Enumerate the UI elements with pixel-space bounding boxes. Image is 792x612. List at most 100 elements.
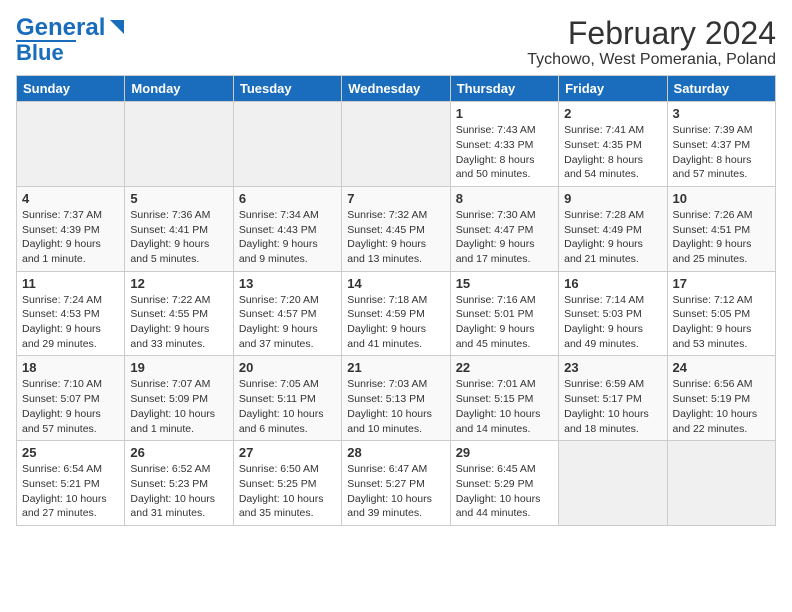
- day-number: 15: [456, 276, 553, 291]
- calendar-cell: 16 Sunrise: 7:14 AM Sunset: 5:03 PM Dayli…: [559, 271, 667, 356]
- calendar-cell: 3 Sunrise: 7:39 AM Sunset: 4:37 PM Daylig…: [667, 102, 775, 187]
- calendar-cell: [233, 102, 341, 187]
- calendar-cell: [17, 102, 125, 187]
- day-number: 20: [239, 360, 336, 375]
- day-info: Sunrise: 7:37 AM Sunset: 4:39 PM Dayligh…: [22, 208, 119, 267]
- calendar-cell: 8Sunrise: 7:30 AM Sunset: 4:47 PM Daylig…: [450, 186, 558, 271]
- day-number: 25: [22, 445, 119, 460]
- calendar-cell: 22Sunrise: 7:01 AM Sunset: 5:15 PM Dayli…: [450, 356, 558, 441]
- day-number: 23: [564, 360, 661, 375]
- day-number: 7: [347, 191, 444, 206]
- day-info: Sunrise: 7:34 AM Sunset: 4:43 PM Dayligh…: [239, 208, 336, 267]
- calendar-cell: 7 Sunrise: 7:32 AM Sunset: 4:45 PM Daylig…: [342, 186, 450, 271]
- calendar-week-row: 11 Sunrise: 7:24 AM Sunset: 4:53 PM Dayli…: [17, 271, 776, 356]
- day-info: Sunrise: 7:32 AM Sunset: 4:45 PM Dayligh…: [347, 208, 444, 267]
- day-number: 10: [673, 191, 770, 206]
- calendar-cell: 1 Sunrise: 7:43 AM Sunset: 4:33 PM Daylig…: [450, 102, 558, 187]
- day-info: Sunrise: 7:07 AM Sunset: 5:09 PM Dayligh…: [130, 377, 227, 436]
- calendar-subtitle: Tychowo, West Pomerania, Poland: [527, 51, 776, 69]
- day-number: 14: [347, 276, 444, 291]
- day-number: 9: [564, 191, 661, 206]
- header: General Blue February 2024 Tychowo, West…: [16, 16, 776, 69]
- calendar-cell: 20 Sunrise: 7:05 AM Sunset: 5:11 PM Dayli…: [233, 356, 341, 441]
- day-number: 16: [564, 276, 661, 291]
- day-number: 27: [239, 445, 336, 460]
- calendar-cell: 14 Sunrise: 7:18 AM Sunset: 4:59 PM Dayli…: [342, 271, 450, 356]
- calendar-cell: 19 Sunrise: 7:07 AM Sunset: 5:09 PM Dayli…: [125, 356, 233, 441]
- day-info: Sunrise: 7:22 AM Sunset: 4:55 PM Dayligh…: [130, 293, 227, 352]
- calendar-cell: 9 Sunrise: 7:28 AM Sunset: 4:49 PM Daylig…: [559, 186, 667, 271]
- day-number: 6: [239, 191, 336, 206]
- day-info: Sunrise: 6:47 AM Sunset: 5:27 PM Dayligh…: [347, 462, 444, 521]
- day-number: 13: [239, 276, 336, 291]
- calendar-cell: 17Sunrise: 7:12 AM Sunset: 5:05 PM Dayli…: [667, 271, 775, 356]
- calendar-table: Sunday Monday Tuesday Wednesday Thursday…: [16, 75, 776, 526]
- col-wednesday: Wednesday: [342, 76, 450, 102]
- calendar-week-row: 4 Sunrise: 7:37 AM Sunset: 4:39 PM Daylig…: [17, 186, 776, 271]
- day-number: 1: [456, 106, 553, 121]
- day-number: 8: [456, 191, 553, 206]
- calendar-cell: 15Sunrise: 7:16 AM Sunset: 5:01 PM Dayli…: [450, 271, 558, 356]
- day-number: 12: [130, 276, 227, 291]
- day-number: 5: [130, 191, 227, 206]
- day-info: Sunrise: 6:56 AM Sunset: 5:19 PM Dayligh…: [673, 377, 770, 436]
- calendar-cell: 18 Sunrise: 7:10 AM Sunset: 5:07 PM Dayli…: [17, 356, 125, 441]
- day-info: Sunrise: 7:10 AM Sunset: 5:07 PM Dayligh…: [22, 377, 119, 436]
- day-info: Sunrise: 7:28 AM Sunset: 4:49 PM Dayligh…: [564, 208, 661, 267]
- calendar-week-row: 1 Sunrise: 7:43 AM Sunset: 4:33 PM Daylig…: [17, 102, 776, 187]
- logo: General Blue: [16, 16, 128, 64]
- day-info: Sunrise: 7:05 AM Sunset: 5:11 PM Dayligh…: [239, 377, 336, 436]
- col-sunday: Sunday: [17, 76, 125, 102]
- col-saturday: Saturday: [667, 76, 775, 102]
- calendar-cell: 6 Sunrise: 7:34 AM Sunset: 4:43 PM Daylig…: [233, 186, 341, 271]
- calendar-cell: 25 Sunrise: 6:54 AM Sunset: 5:21 PM Dayli…: [17, 441, 125, 526]
- calendar-cell: [125, 102, 233, 187]
- day-info: Sunrise: 7:01 AM Sunset: 5:15 PM Dayligh…: [456, 377, 553, 436]
- day-number: 3: [673, 106, 770, 121]
- calendar-cell: 13 Sunrise: 7:20 AM Sunset: 4:57 PM Dayli…: [233, 271, 341, 356]
- day-info: Sunrise: 7:18 AM Sunset: 4:59 PM Dayligh…: [347, 293, 444, 352]
- col-thursday: Thursday: [450, 76, 558, 102]
- day-number: 29: [456, 445, 553, 460]
- day-number: 19: [130, 360, 227, 375]
- day-info: Sunrise: 7:36 AM Sunset: 4:41 PM Dayligh…: [130, 208, 227, 267]
- col-monday: Monday: [125, 76, 233, 102]
- logo-triangle-icon: [106, 16, 128, 38]
- calendar-cell: 11 Sunrise: 7:24 AM Sunset: 4:53 PM Dayli…: [17, 271, 125, 356]
- day-info: Sunrise: 7:03 AM Sunset: 5:13 PM Dayligh…: [347, 377, 444, 436]
- day-info: Sunrise: 7:24 AM Sunset: 4:53 PM Dayligh…: [22, 293, 119, 352]
- day-number: 11: [22, 276, 119, 291]
- day-number: 18: [22, 360, 119, 375]
- calendar-cell: 24 Sunrise: 6:56 AM Sunset: 5:19 PM Dayli…: [667, 356, 775, 441]
- day-info: Sunrise: 7:20 AM Sunset: 4:57 PM Dayligh…: [239, 293, 336, 352]
- calendar-cell: 29Sunrise: 6:45 AM Sunset: 5:29 PM Dayli…: [450, 441, 558, 526]
- day-info: Sunrise: 7:14 AM Sunset: 5:03 PM Dayligh…: [564, 293, 661, 352]
- day-info: Sunrise: 6:52 AM Sunset: 5:23 PM Dayligh…: [130, 462, 227, 521]
- calendar-cell: 28 Sunrise: 6:47 AM Sunset: 5:27 PM Dayli…: [342, 441, 450, 526]
- calendar-header-row: Sunday Monday Tuesday Wednesday Thursday…: [17, 76, 776, 102]
- calendar-cell: 23 Sunrise: 6:59 AM Sunset: 5:17 PM Dayli…: [559, 356, 667, 441]
- calendar-cell: 4 Sunrise: 7:37 AM Sunset: 4:39 PM Daylig…: [17, 186, 125, 271]
- day-info: Sunrise: 7:41 AM Sunset: 4:35 PM Dayligh…: [564, 123, 661, 182]
- day-info: Sunrise: 6:50 AM Sunset: 5:25 PM Dayligh…: [239, 462, 336, 521]
- day-number: 24: [673, 360, 770, 375]
- page: General Blue February 2024 Tychowo, West…: [0, 0, 792, 534]
- day-number: 28: [347, 445, 444, 460]
- day-info: Sunrise: 7:43 AM Sunset: 4:33 PM Dayligh…: [456, 123, 553, 182]
- calendar-cell: 10 Sunrise: 7:26 AM Sunset: 4:51 PM Dayli…: [667, 186, 775, 271]
- calendar-week-row: 18 Sunrise: 7:10 AM Sunset: 5:07 PM Dayli…: [17, 356, 776, 441]
- day-info: Sunrise: 7:26 AM Sunset: 4:51 PM Dayligh…: [673, 208, 770, 267]
- calendar-cell: [342, 102, 450, 187]
- day-number: 21: [347, 360, 444, 375]
- day-info: Sunrise: 6:59 AM Sunset: 5:17 PM Dayligh…: [564, 377, 661, 436]
- calendar-title: February 2024: [527, 16, 776, 51]
- calendar-cell: 2 Sunrise: 7:41 AM Sunset: 4:35 PM Daylig…: [559, 102, 667, 187]
- day-number: 2: [564, 106, 661, 121]
- day-info: Sunrise: 7:39 AM Sunset: 4:37 PM Dayligh…: [673, 123, 770, 182]
- day-number: 4: [22, 191, 119, 206]
- logo-text: General: [16, 16, 105, 40]
- col-tuesday: Tuesday: [233, 76, 341, 102]
- title-block: February 2024 Tychowo, West Pomerania, P…: [527, 16, 776, 69]
- col-friday: Friday: [559, 76, 667, 102]
- day-info: Sunrise: 6:54 AM Sunset: 5:21 PM Dayligh…: [22, 462, 119, 521]
